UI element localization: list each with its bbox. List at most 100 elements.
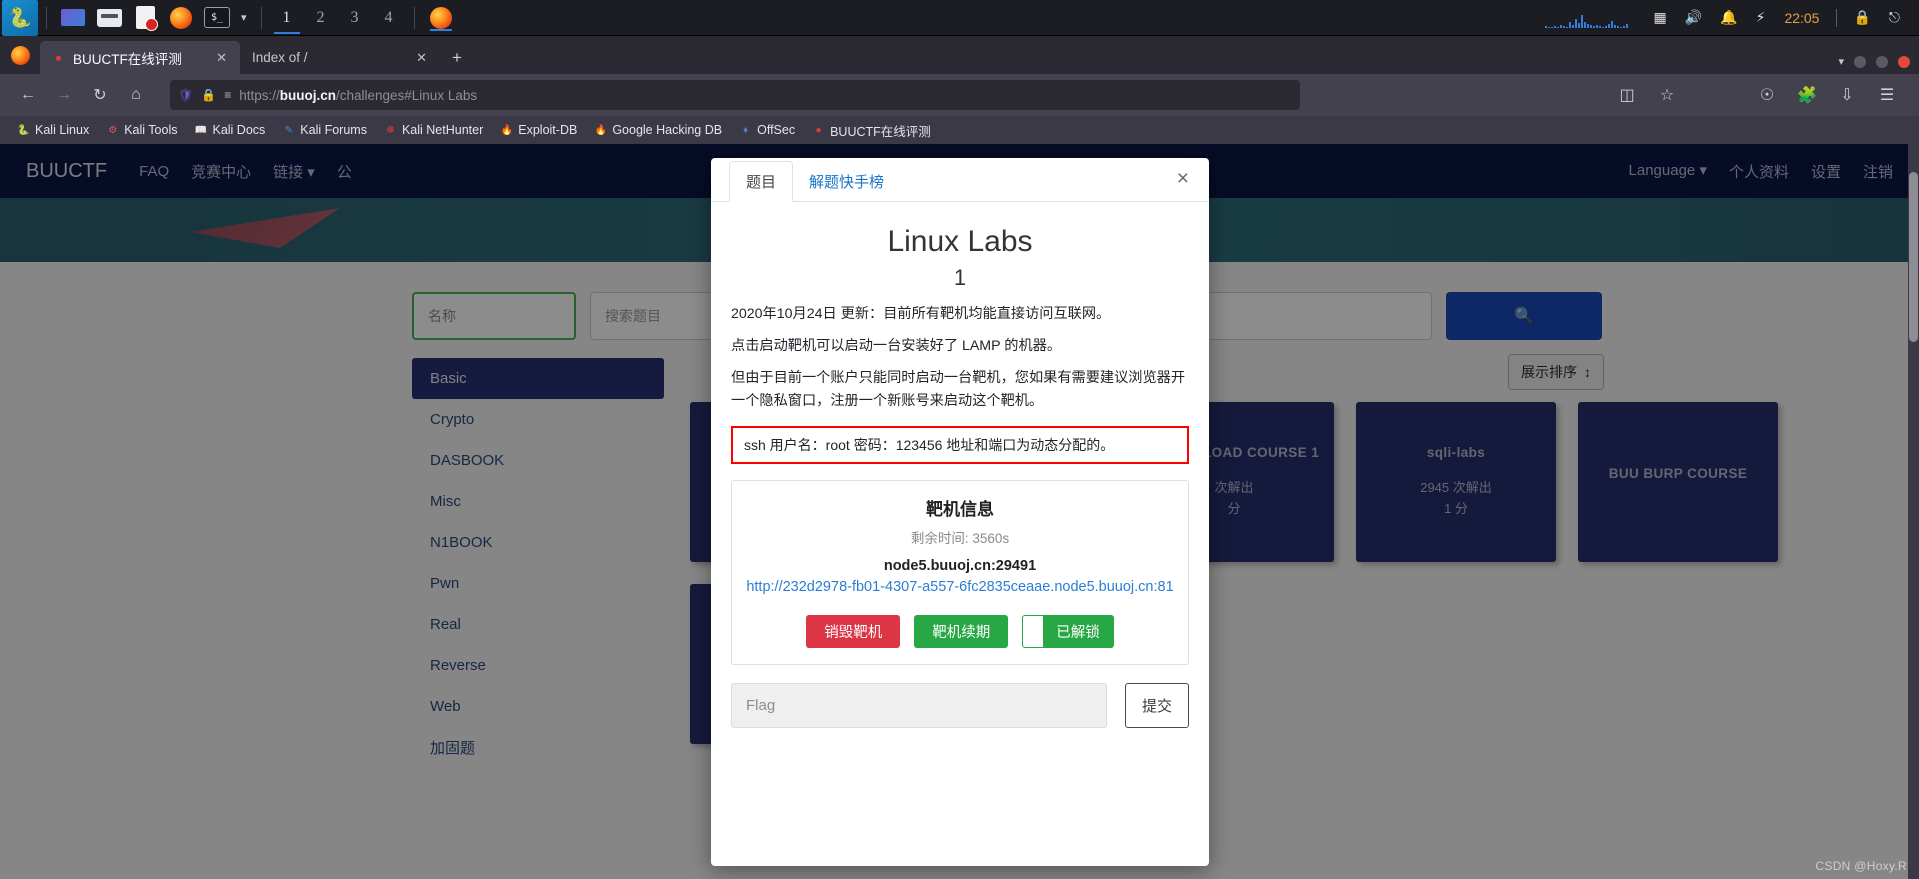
page-title: Linux Labs (887, 225, 1033, 258)
bookmark-kali-tools[interactable]: ⚙ Kali Tools (99, 121, 184, 139)
bookmark-star-icon[interactable]: ☆ (1651, 80, 1683, 110)
browser-tab-buuctf[interactable]: ■ BUUCTF在线评测 ✕ (40, 41, 240, 74)
bookmark-label: Kali Tools (124, 123, 178, 137)
lock-icon[interactable]: 🔒 (201, 88, 216, 102)
new-tab-button[interactable]: + (440, 48, 474, 74)
home-icon[interactable]: ⌂ (120, 80, 152, 110)
kali-icon: 🐍 (17, 124, 30, 136)
back-icon[interactable]: ← (12, 80, 44, 110)
scrollbar-thumb[interactable] (1909, 172, 1918, 342)
instance-info-panel: 靶机信息 剩余时间: 3560s node5.buuoj.cn:29491 ht… (731, 479, 1189, 666)
reader-mode-icon[interactable]: ◫ (1611, 80, 1643, 110)
nav-bar-right-controls: ◫ ☆ ☉ 🧩 ⇩ ☰ (1611, 80, 1907, 110)
description-paragraph-3: 但由于目前一个账户只能同时启动一台靶机，您如果有需要建议浏览器开一个隐私窗口，注… (731, 369, 1186, 409)
running-firefox-window[interactable] (426, 5, 456, 31)
tab-challenge[interactable]: 题目 (729, 161, 794, 202)
kali-menu-icon[interactable]: 🐍 (2, 0, 38, 36)
instance-link[interactable]: http://232d2978-fb01-4307-a557-6fc2835ce… (744, 577, 1176, 599)
tab-title: Index of / (252, 50, 308, 65)
bookmark-kali-docs[interactable]: 📖 Kali Docs (187, 121, 272, 139)
modal-body: Linux Labs 1 2020年10月24日 更新：目前所有靶机均能直接访问… (711, 202, 1209, 866)
bookmark-kali-linux[interactable]: 🐍 Kali Linux (10, 121, 96, 139)
bookmarks-bar: 🐍 Kali Linux ⚙ Kali Tools 📖 Kali Docs ✎ … (0, 116, 1919, 144)
bookmark-exploit-db[interactable]: 🔥 Exploit-DB (493, 121, 584, 139)
buuctf-favicon: ■ (55, 52, 62, 63)
bookmark-label: Google Hacking DB (612, 123, 723, 137)
workspace-1[interactable]: 1 (270, 2, 304, 34)
maximize-button[interactable] (1876, 55, 1888, 68)
taskbar-divider (46, 6, 47, 29)
minimize-button[interactable] (1854, 55, 1866, 68)
power-icon[interactable]: ⎋ (1889, 9, 1900, 26)
network-activity-graph (1545, 8, 1629, 28)
flag-submit-row: Flag 提交 (731, 683, 1189, 729)
file-manager-icon[interactable] (94, 5, 124, 31)
app-menu-icon[interactable]: ☰ (1871, 80, 1903, 110)
network-icon[interactable]: ▦ (1653, 9, 1666, 26)
save-to-pocket-icon[interactable]: ⇩ (1831, 80, 1863, 110)
offsec-icon: ♦ (743, 124, 749, 136)
account-icon[interactable]: ☉ (1751, 80, 1783, 110)
extensions-icon[interactable]: 🧩 (1791, 80, 1823, 110)
bookmark-label: Exploit-DB (518, 123, 578, 137)
destroy-instance-button[interactable]: 销毁靶机 (806, 615, 901, 649)
bookmark-buuctf[interactable]: ● BUUCTF在线评测 (805, 119, 938, 142)
tools-icon: ⚙ (108, 124, 118, 136)
ghdb-icon: 🔥 (594, 124, 608, 136)
list-all-tabs-icon[interactable]: ▾ (1838, 55, 1844, 68)
browser-tab-strip: ■ BUUCTF在线评测 ✕ Index of / ✕ + ▾ (0, 36, 1919, 74)
terminal-icon[interactable]: $_ (202, 5, 232, 31)
clock[interactable]: 22:05 (1784, 10, 1819, 26)
window-controls: ▾ (1838, 55, 1919, 74)
bookmark-offsec[interactable]: ♦ OffSec (732, 121, 802, 139)
tracking-protection-shield-icon[interactable]: 🛡 (178, 88, 193, 102)
docs-icon: 📖 (194, 124, 208, 136)
watermark: CSDN @Hoxy.R (1815, 859, 1907, 873)
bookmark-label: OffSec (757, 123, 796, 137)
bookmark-label: Kali NetHunter (401, 123, 484, 137)
unlock-indicator-icon (1023, 616, 1044, 648)
app-grid-icon[interactable] (58, 5, 88, 31)
tab-fastest-solvers[interactable]: 解题快手榜 (793, 162, 900, 201)
screen: 🐍 $_ ▾ 1 2 3 4 ▦ 🔊 🔔 ⚡ 22:05 🔒 ⎋ ■ BUUCT… (0, 0, 1919, 879)
description-paragraph-2: 点击启动靶机可以启动一台安装好了 LAMP 的机器。 (731, 337, 1062, 354)
tray-divider (1836, 8, 1838, 27)
window-close-button[interactable] (1898, 55, 1910, 68)
system-tray: ▦ 🔊 🔔 ⚡ 22:05 🔒 ⎋ (1545, 8, 1919, 28)
browser-nav-bar: ← → ↻ ⌂ 🛡 🔒 ≡ https://buuoj.cn/challenge… (0, 74, 1919, 116)
page-scrollbar[interactable] (1908, 144, 1919, 879)
firefox-launcher-icon[interactable] (166, 5, 196, 31)
tab-title: BUUCTF在线评测 (73, 51, 182, 67)
battery-icon[interactable]: ⚡ (1756, 9, 1766, 26)
site-permissions-icon[interactable]: ≡ (224, 88, 231, 102)
bell-icon[interactable]: 🔔 (1720, 9, 1737, 26)
challenge-modal: 题目 解题快手榜 × Linux Labs 1 2020年10月24日 更新：目… (711, 158, 1209, 866)
volume-icon[interactable]: 🔊 (1685, 9, 1702, 26)
text-editor-icon[interactable] (130, 5, 160, 31)
submit-button[interactable]: 提交 (1125, 683, 1189, 729)
flag-input[interactable]: Flag (731, 683, 1107, 729)
workspace-2[interactable]: 2 (304, 2, 338, 34)
close-icon[interactable]: × (1173, 164, 1193, 193)
close-icon[interactable]: ✕ (413, 50, 430, 66)
panel-heading: 靶机信息 (926, 499, 994, 519)
address-bar[interactable]: 🛡 🔒 ≡ https://buuoj.cn/challenges#Linux … (170, 80, 1300, 110)
description-paragraph-1: 2020年10月24日 更新：目前所有靶机均能直接访问互联网。 (731, 305, 1111, 322)
lock-icon[interactable]: 🔒 (1853, 9, 1870, 26)
ssh-credentials-note: ssh 用户名：root 密码：123456 地址和端口为动态分配的。 (731, 425, 1189, 464)
workspace-4[interactable]: 4 (372, 2, 406, 34)
reload-icon[interactable]: ↻ (84, 80, 116, 110)
bookmark-google-hacking-db[interactable]: 🔥 Google Hacking DB (587, 121, 729, 139)
bookmark-kali-nethunter[interactable]: ☸ Kali NetHunter (377, 121, 490, 139)
forward-icon[interactable]: → (48, 80, 80, 110)
workspace-3[interactable]: 3 (338, 2, 372, 34)
close-icon[interactable]: ✕ (213, 50, 230, 66)
instance-action-buttons: 销毁靶机 靶机续期 已解锁 (744, 615, 1176, 649)
browser-tab-index-of[interactable]: Index of / ✕ (240, 41, 440, 74)
bookmark-kali-forums[interactable]: ✎ Kali Forums (275, 121, 374, 139)
instance-address: node5.buuoj.cn:29491 (883, 557, 1037, 574)
extend-instance-button[interactable]: 靶机续期 (914, 615, 1009, 649)
unlocked-button[interactable]: 已解锁 (1022, 615, 1114, 649)
chevron-down-icon[interactable]: ▾ (241, 11, 247, 24)
bookmark-label: Kali Forums (300, 123, 367, 137)
